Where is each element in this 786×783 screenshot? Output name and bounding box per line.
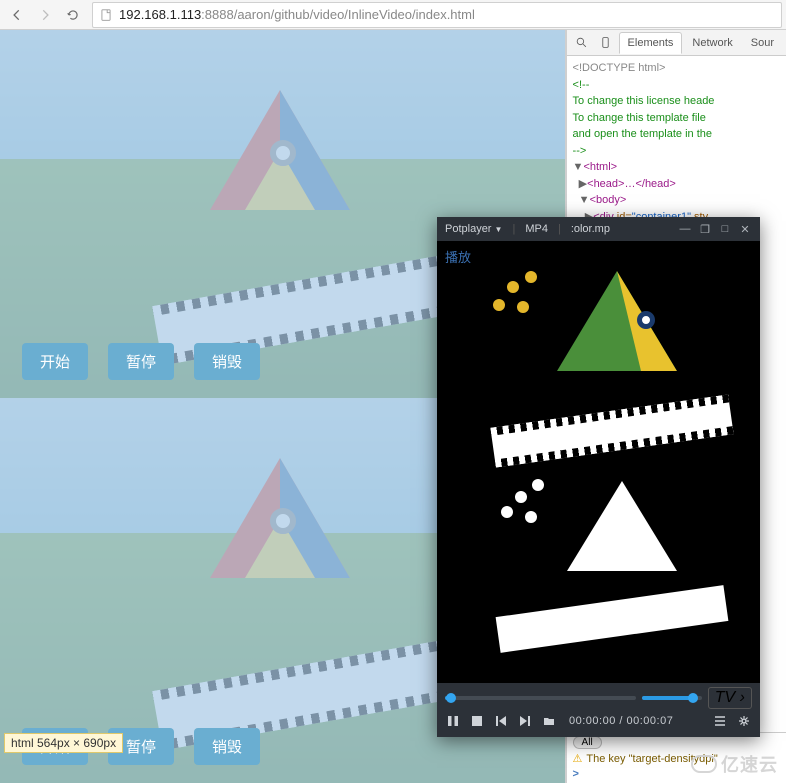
inspect-icon[interactable] xyxy=(571,33,593,53)
arrow-right-icon xyxy=(38,8,52,22)
element-size-tooltip: html 564px × 690px xyxy=(4,733,123,753)
play-label: 播放 xyxy=(445,247,471,266)
tab-sources[interactable]: Sour xyxy=(743,33,782,53)
prev-icon[interactable] xyxy=(493,713,509,729)
close-icon[interactable]: ✕ xyxy=(738,222,752,236)
devtools-toolbar: Elements Network Sour xyxy=(567,30,786,56)
tab-network[interactable]: Network xyxy=(684,33,740,53)
volume-slider[interactable] xyxy=(642,696,702,700)
seek-slider[interactable] xyxy=(445,696,636,700)
open-icon[interactable] xyxy=(541,713,557,729)
maximize-icon[interactable]: □ xyxy=(718,222,732,236)
potplayer-video[interactable]: 播放 xyxy=(437,241,760,683)
time-display: 00:00:00 / 00:00:07 xyxy=(569,715,673,727)
reload-icon xyxy=(66,8,80,22)
back-button[interactable] xyxy=(4,3,30,27)
page-icon xyxy=(99,8,113,22)
url-text: 192.168.1.113:8888/aaron/github/video/In… xyxy=(119,7,475,22)
potplayer-file: :olor.mp xyxy=(571,223,610,235)
tab-elements[interactable]: Elements xyxy=(619,32,683,54)
potplayer-window[interactable]: Potplayer ▼ | MP4 | :olor.mp — ❐ □ ✕ 播放 … xyxy=(437,217,760,737)
potplayer-controls: TV › 00:00:00 / 00:00:07 xyxy=(437,683,760,737)
forward-button[interactable] xyxy=(32,3,58,27)
console-prompt[interactable]: > xyxy=(573,768,579,780)
device-icon[interactable] xyxy=(595,33,617,53)
destroy-button-2[interactable]: 销毁 xyxy=(194,728,260,765)
settings-icon[interactable] xyxy=(736,713,752,729)
potplayer-format: MP4 xyxy=(525,223,548,235)
pause-button[interactable]: 暂停 xyxy=(108,343,174,380)
twist-icon[interactable]: ▶ xyxy=(579,178,587,190)
pause-icon[interactable] xyxy=(445,713,461,729)
url-port: :8888 xyxy=(201,7,234,22)
url-host: 192.168.1.113 xyxy=(119,7,201,22)
next-icon[interactable] xyxy=(517,713,533,729)
address-bar[interactable]: 192.168.1.113:8888/aaron/github/video/In… xyxy=(92,2,782,28)
destroy-button[interactable]: 销毁 xyxy=(194,343,260,380)
watermark: 亿速云 xyxy=(691,751,778,777)
browser-toolbar: 192.168.1.113:8888/aaron/github/video/In… xyxy=(0,0,786,30)
start-button[interactable]: 开始 xyxy=(22,343,88,380)
minimize-icon[interactable]: — xyxy=(678,222,692,236)
playlist-icon[interactable] xyxy=(712,713,728,729)
tv-button[interactable]: TV › xyxy=(708,687,752,709)
reload-button[interactable] xyxy=(60,3,86,27)
potplayer-titlebar[interactable]: Potplayer ▼ | MP4 | :olor.mp — ❐ □ ✕ xyxy=(437,217,760,241)
twist-icon[interactable]: ▼ xyxy=(579,194,590,206)
stop-icon[interactable] xyxy=(469,713,485,729)
filter-all-pill[interactable]: All xyxy=(573,736,602,749)
potplayer-title: Potplayer ▼ xyxy=(445,223,502,235)
arrow-left-icon xyxy=(10,8,24,22)
restore-icon[interactable]: ❐ xyxy=(698,222,712,236)
twist-icon[interactable]: ▼ xyxy=(573,161,584,173)
url-path: /aaron/github/video/InlineVideo/index.ht… xyxy=(234,7,475,22)
